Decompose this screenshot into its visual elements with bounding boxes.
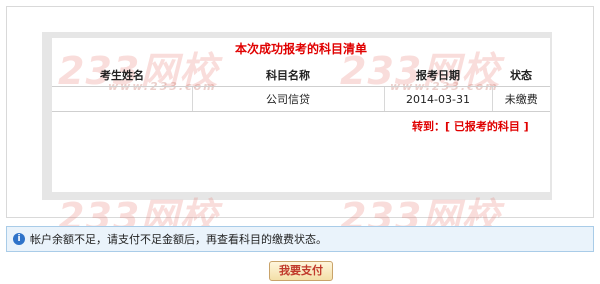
notice-text: 帐户余额不足，请支付不足金额后，再查看科目的缴费状态。 <box>30 233 327 246</box>
cell-subject: 公司信贷 <box>192 86 385 112</box>
balance-notice: i 帐户余额不足，请支付不足金额后，再查看科目的缴费状态。 <box>6 226 594 252</box>
list-inner-box <box>52 38 550 192</box>
column-header-date: 报考日期 <box>384 64 492 87</box>
cell-name <box>52 86 193 112</box>
table-header-row: 考生姓名 科目名称 报考日期 状态 <box>52 64 550 87</box>
column-header-name: 考生姓名 <box>52 64 192 87</box>
cell-status: 未缴费 <box>492 86 550 112</box>
info-icon: i <box>13 233 25 245</box>
goto-line: 转到：[ 已报考的科目 ] <box>412 118 529 134</box>
column-header-subject: 科目名称 <box>192 64 384 87</box>
table-row: 公司信贷 2014-03-31 未缴费 <box>52 86 550 112</box>
cell-date: 2014-03-31 <box>384 86 493 112</box>
pay-button[interactable]: 我要支付 <box>269 261 333 281</box>
column-header-status: 状态 <box>492 64 550 87</box>
panel-title: 本次成功报考的科目清单 <box>234 42 367 56</box>
subject-table: 考生姓名 科目名称 报考日期 状态 公司信贷 2014-03-31 未缴费 <box>52 64 550 112</box>
goto-prefix: 转到： <box>412 120 445 133</box>
registered-subjects-link[interactable]: [ 已报考的科目 ] <box>445 120 529 133</box>
